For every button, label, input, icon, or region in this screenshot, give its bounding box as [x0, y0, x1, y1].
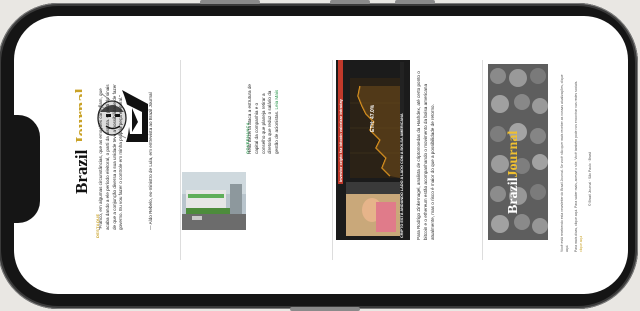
column-divider — [332, 60, 333, 260]
quote-attribution: — Aldo Rebelo, ex-ministro de Lula, em e… — [148, 92, 153, 230]
phone-screen: Brazil Journal DESTAQUE “Franco, em algu… — [14, 16, 628, 294]
chart-headline: Investor cripto faz bitcoin valorizar in… — [338, 60, 343, 184]
chart-card[interactable]: ETH: 47.0% Investor cripto faz bitcoin v… — [336, 60, 410, 240]
column-divider — [482, 60, 483, 260]
screenshot-scene: Brazil Journal DESTAQUE “Franco, em algu… — [0, 0, 640, 311]
footer-line-2: Para mais dicas, clique aqui. Para saber… — [574, 80, 583, 252]
chart-article-text: Para Rodrigo Zinkernagel, analista de cr… — [416, 71, 435, 240]
read-more-link[interactable]: Leia Mais — [274, 90, 279, 110]
footer-line-1: Você está recebendo esta newsletter do B… — [560, 74, 569, 252]
phone-side-button — [395, 0, 435, 4]
column-divider — [180, 60, 181, 260]
phone-notch — [14, 115, 40, 223]
governance-text: Hélio Bezerra ataca a estrutura de capit… — [247, 84, 280, 154]
quote-text: “Franco, em algumas circunstâncias, que … — [98, 84, 124, 230]
phone-side-button — [290, 307, 360, 311]
footer-copyright: © Brazil Journal · São Paulo · Brasil — [588, 151, 592, 206]
presenter-photo — [346, 182, 400, 236]
phone-side-button — [330, 0, 370, 4]
chart-caption: CRIPTO ESTÁ ANDANDO LADO A LADO COM A BO… — [400, 62, 404, 238]
collage-brand-logo: BrazilJournal — [506, 130, 521, 214]
collage-banner[interactable]: BrazilJournal — [488, 64, 548, 240]
phone-side-button — [200, 0, 260, 4]
chart-price-label: ETH: 47.0% — [370, 104, 376, 132]
footer-link[interactable]: clique aqui — [579, 236, 583, 252]
building-photo — [182, 172, 246, 230]
